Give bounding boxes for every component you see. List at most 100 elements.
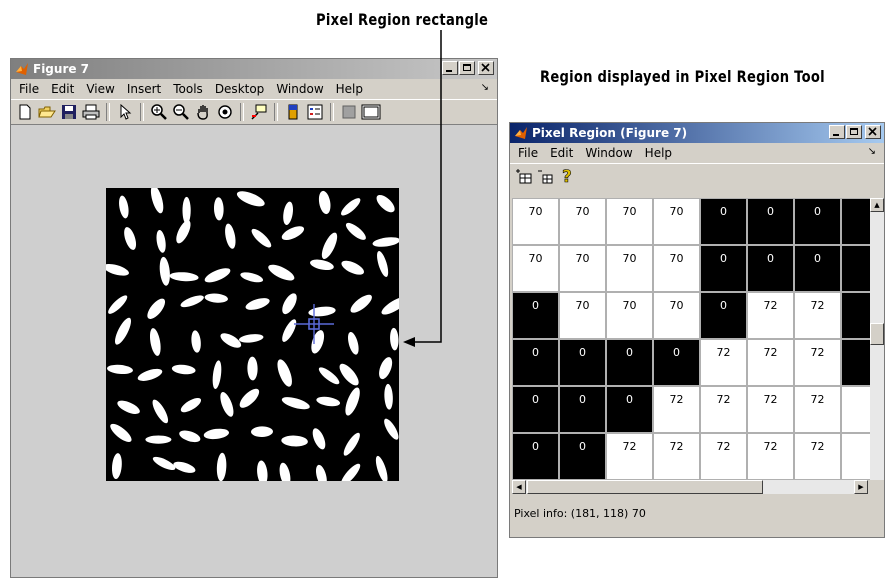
menubar-chevron-icon[interactable]: ↘ <box>868 146 876 157</box>
new-icon[interactable] <box>15 102 35 122</box>
maximize-button[interactable] <box>459 61 475 75</box>
rice-grain <box>137 368 163 381</box>
pixel-cell: 70 <box>653 292 700 339</box>
pixel-cell: 70 <box>559 245 606 292</box>
close-button[interactable] <box>865 125 881 139</box>
figure-menu-tools[interactable]: Tools <box>167 82 209 96</box>
figure-menu-insert[interactable]: Insert <box>121 82 167 96</box>
pixel-region-menu-edit[interactable]: Edit <box>544 146 579 160</box>
rice-grain <box>384 418 399 440</box>
rice-grain <box>341 260 364 275</box>
figure-menu-edit[interactable]: Edit <box>45 82 80 96</box>
rice-grain <box>239 388 260 408</box>
pan-icon[interactable] <box>193 102 213 122</box>
scroll-right-icon[interactable]: ▶ <box>854 480 868 494</box>
pixel-cell: 72 <box>747 386 794 433</box>
rice-grain <box>216 452 227 481</box>
rice-grain <box>220 392 234 417</box>
rice-grain <box>108 295 128 314</box>
open-icon[interactable] <box>37 102 57 122</box>
region-displayed-callout: Region displayed in Pixel Region Tool <box>540 67 825 86</box>
figure-canvas[interactable] <box>11 125 497 577</box>
figure-menu-desktop[interactable]: Desktop <box>209 82 271 96</box>
rice-grain <box>114 317 132 345</box>
rice-grain <box>204 268 231 283</box>
pixel-cell: 70 <box>559 198 606 245</box>
zoom-in-region-icon[interactable] <box>514 166 534 186</box>
close-button[interactable] <box>478 61 494 75</box>
pixel-value-grid[interactable]: 70 70 70 70 0 0 0 70 70 70 70 0 0 0 0 70 70 70 0 72 72 0 0 0 0 72… <box>512 198 882 480</box>
rice-grain <box>345 222 366 240</box>
vertical-scroll-thumb[interactable] <box>870 323 884 345</box>
figure-toolbar <box>11 99 497 125</box>
pixel-cell: 0 <box>559 339 606 386</box>
save-icon[interactable] <box>59 102 79 122</box>
pixel-region-menu-window[interactable]: Window <box>579 146 638 160</box>
rice-grain <box>182 196 191 225</box>
rice-grain <box>149 328 161 356</box>
zoom-in-icon[interactable] <box>149 102 169 122</box>
zoom-out-region-icon[interactable] <box>536 166 556 186</box>
close-icon <box>481 63 490 72</box>
figure-menu-window[interactable]: Window <box>270 82 329 96</box>
pointer-icon[interactable] <box>115 102 135 122</box>
close-icon <box>868 127 877 136</box>
legend-icon[interactable] <box>305 102 325 122</box>
rice-grain <box>339 363 359 386</box>
pixel-cell: 0 <box>512 433 559 480</box>
rice-grain <box>150 188 164 214</box>
rice-grain <box>311 330 325 354</box>
minimize-button[interactable] <box>442 61 458 75</box>
vertical-scrollbar[interactable]: ▲ <box>870 198 884 480</box>
toolbar-separator <box>106 103 110 121</box>
rice-grain <box>316 396 341 407</box>
figure-menu-file[interactable]: File <box>13 82 45 96</box>
pixel-cell: 0 <box>653 339 700 386</box>
figure-menu-help[interactable]: Help <box>330 82 369 96</box>
rice-grain <box>310 259 334 271</box>
hide-plot-tools-icon[interactable] <box>339 102 359 122</box>
scroll-up-icon[interactable]: ▲ <box>870 198 884 212</box>
figure-titlebar[interactable]: Figure 7 <box>11 59 497 79</box>
rotate-icon[interactable] <box>215 102 235 122</box>
rice-grain <box>212 360 222 390</box>
pixel-cell: 72 <box>794 292 841 339</box>
print-icon[interactable] <box>81 102 101 122</box>
rice-grain <box>277 359 292 387</box>
rice-grain <box>345 387 360 416</box>
colorbar-icon[interactable] <box>283 102 303 122</box>
maximize-button[interactable] <box>846 125 862 139</box>
zoom-out-icon[interactable] <box>171 102 191 122</box>
horizontal-scroll-thumb[interactable] <box>527 480 763 494</box>
rice-grain <box>350 294 372 313</box>
pixel-region-titlebar[interactable]: Pixel Region (Figure 7) <box>510 123 884 143</box>
binary-rice-image[interactable] <box>106 188 399 481</box>
menubar-chevron-icon[interactable]: ↘ <box>481 82 489 93</box>
rice-grain <box>251 426 273 438</box>
data-cursor-icon[interactable] <box>249 102 269 122</box>
help-icon[interactable]: ? <box>558 166 578 186</box>
figure-menu-view[interactable]: View <box>80 82 120 96</box>
matlab-icon <box>16 63 28 75</box>
pixel-cell: 0 <box>794 198 841 245</box>
rice-grain <box>379 357 393 380</box>
minimize-button[interactable] <box>829 125 845 139</box>
scroll-left-icon[interactable]: ◀ <box>512 480 526 494</box>
horizontal-scrollbar[interactable]: ◀ ▶ <box>512 480 868 494</box>
pixel-region-menu-file[interactable]: File <box>512 146 544 160</box>
rice-grain <box>282 319 297 342</box>
rice-grain <box>124 227 137 250</box>
rice-grain <box>180 295 204 308</box>
rice-grain <box>176 220 191 244</box>
figure-window: Figure 7 File Edit View Insert Tools Desktop W… <box>10 58 498 578</box>
show-plot-tools-icon[interactable] <box>361 102 381 122</box>
pixel-region-menu-help[interactable]: Help <box>639 146 678 160</box>
pixel-cell: 72 <box>747 433 794 480</box>
pixel-cell: 70 <box>606 198 653 245</box>
pixel-cell: 0 <box>606 386 653 433</box>
rice-grain <box>381 296 399 315</box>
svg-text:?: ? <box>562 167 572 185</box>
rice-grain <box>312 428 326 450</box>
rice-grain <box>236 191 265 207</box>
pixel-cell: 72 <box>653 433 700 480</box>
